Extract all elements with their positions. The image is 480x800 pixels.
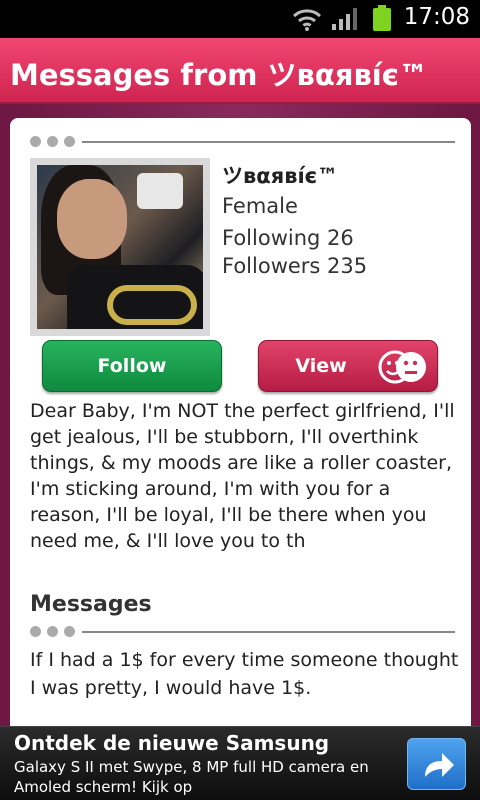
ad-banner[interactable]: Ontdek de nieuwe Samsung Galaxy S II met… (0, 726, 480, 800)
signal-icon (332, 8, 357, 30)
dot-icon (30, 136, 41, 147)
wifi-icon (292, 9, 322, 31)
follow-button-label: Follow (97, 355, 167, 377)
title-bar: Messages from ツвαявíє™ (0, 38, 480, 104)
dot-icon (64, 136, 75, 147)
ad-body: Galaxy S II met Swype, 8 MP full HD came… (14, 758, 369, 796)
divider-line (82, 631, 455, 633)
divider-line (82, 141, 455, 143)
profile-name: ツвαявíє™ (222, 164, 339, 188)
follow-button[interactable]: Follow (42, 340, 222, 392)
dot-icon (64, 626, 75, 637)
view-button[interactable]: View (258, 340, 438, 392)
dot-icon (47, 136, 58, 147)
followers-count: Followers 235 (222, 254, 368, 278)
divider-top (30, 136, 455, 148)
ad-go-button[interactable] (407, 738, 466, 790)
status-bar: 17:08 (0, 0, 480, 38)
dot-icon (47, 626, 58, 637)
avatar[interactable] (30, 158, 210, 336)
faces-icon (378, 350, 426, 384)
page-title: Messages from ツвαявíє™ (10, 58, 428, 92)
following-count: Following 26 (222, 226, 354, 250)
messages-heading: Messages (30, 592, 152, 617)
dot-icon (30, 626, 41, 637)
view-button-label: View (295, 355, 347, 377)
arrow-forward-icon (425, 753, 454, 777)
profile-photo (37, 165, 203, 329)
clock: 17:08 (403, 4, 470, 30)
profile-bio: Dear Baby, I'm NOT the perfect girlfrien… (30, 400, 455, 552)
message-item[interactable]: If I had a 1$ for every time someone tho… (30, 646, 460, 702)
divider-messages (30, 626, 455, 638)
profile-card: ツвαявíє™ Female Following 26 Followers 2… (10, 118, 471, 738)
profile-gender: Female (222, 194, 298, 218)
battery-icon (373, 5, 391, 31)
ad-headline: Ontdek de nieuwe Samsung (14, 731, 330, 755)
